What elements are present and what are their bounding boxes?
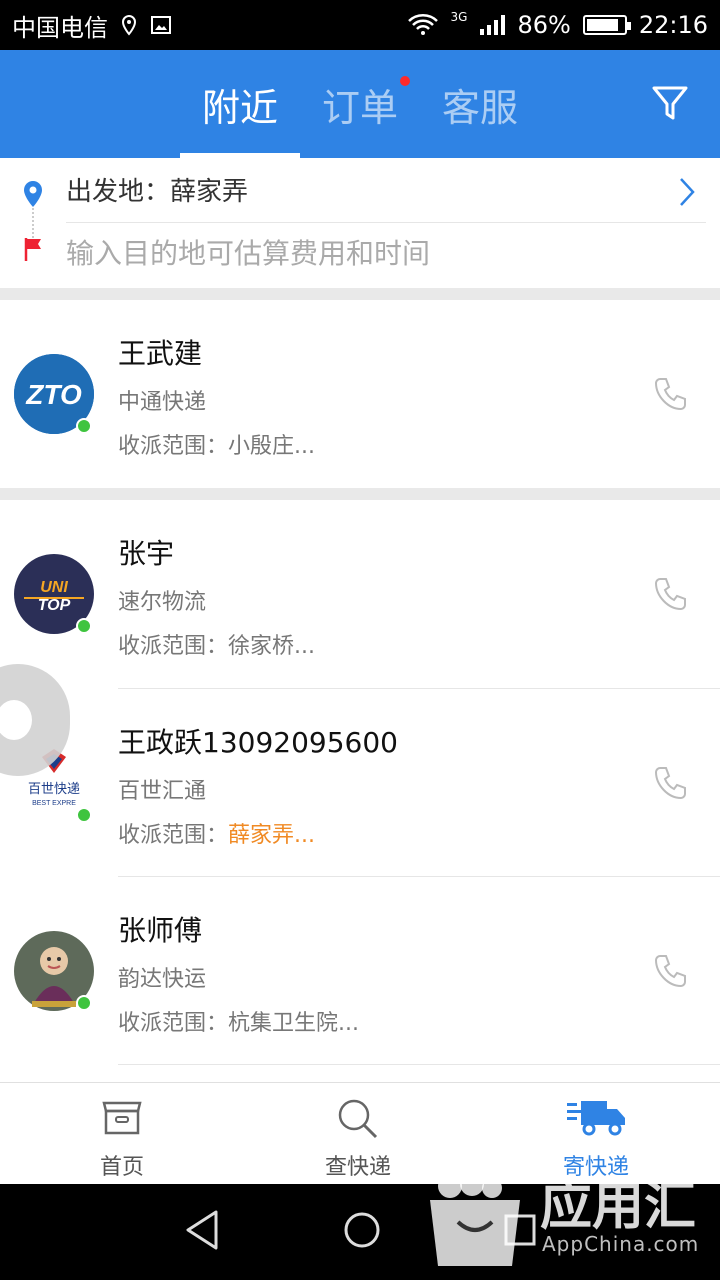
avatar: ZTO xyxy=(14,354,94,434)
svg-text:BEST EXPRE: BEST EXPRE xyxy=(32,800,76,807)
courier-range: 收派范围：杭集卫生院... xyxy=(118,1011,359,1036)
courier-name: 张宇 xyxy=(118,537,175,570)
nav-label: 寄快递 xyxy=(562,1155,629,1180)
svg-text:UNI: UNI xyxy=(40,579,68,596)
courier-card: UNI TOP 张宇 速尔物流 收派范围：徐家桥... 百世快递 BEST EXPR… xyxy=(0,500,720,1082)
phone-icon[interactable] xyxy=(654,376,686,412)
svg-text:百世快递: 百世快递 xyxy=(28,782,80,797)
courier-range: 收派范围：小殷庄... xyxy=(118,434,315,459)
bottom-nav: 首页 查快递 寄快递 xyxy=(0,1082,720,1184)
courier-company: 韵达快运 xyxy=(118,967,207,992)
route-card: 出发地：薛家弄 输入目的地可估算费用和时间 xyxy=(0,158,720,288)
orders-badge xyxy=(400,76,410,86)
nav-track[interactable]: 查快递 xyxy=(278,1083,438,1185)
battery-percent: 86% xyxy=(517,11,571,39)
box-icon xyxy=(102,1101,142,1135)
svg-text:ZTO: ZTO xyxy=(25,379,82,410)
network-type: 3G xyxy=(450,10,468,24)
nav-send[interactable]: 寄快递 xyxy=(516,1083,676,1185)
tab-orders[interactable]: 订单 xyxy=(300,50,420,158)
nav-label: 查快递 xyxy=(324,1155,391,1180)
route-dots xyxy=(32,208,34,238)
search-icon xyxy=(338,1099,378,1139)
phone-icon[interactable] xyxy=(654,953,686,989)
back-icon[interactable] xyxy=(182,1208,222,1252)
courier-name: 王政跃13092095600 xyxy=(118,726,398,759)
home-icon[interactable] xyxy=(340,1208,384,1252)
section-gap xyxy=(0,488,720,500)
courier-row[interactable]: 张师傅 韵达快运 收派范围：杭集卫生院... xyxy=(0,877,720,1065)
courier-name: 张师傅 xyxy=(118,914,203,947)
app-header: 附近 订单 客服 xyxy=(0,50,720,158)
filter-icon[interactable] xyxy=(650,84,690,124)
online-indicator xyxy=(76,418,92,434)
courier-row[interactable]: UNI TOP 张宇 速尔物流 收派范围：徐家桥... xyxy=(0,500,720,688)
svg-text:TOP: TOP xyxy=(38,597,71,614)
section-gap xyxy=(0,288,720,300)
start-location[interactable]: 出发地：薛家弄 xyxy=(66,172,248,212)
recents-icon[interactable] xyxy=(502,1208,538,1252)
courier-row[interactable]: 百世快递 BEST EXPRE 王政跃13092095600 百世汇通 收派范围：… xyxy=(0,689,720,877)
location-pin-icon xyxy=(24,181,42,207)
location-icon xyxy=(121,14,137,36)
top-tabs: 附近 订单 客服 xyxy=(180,50,540,158)
courier-company: 中通快递 xyxy=(118,390,207,415)
row-divider xyxy=(118,1064,720,1065)
battery-icon xyxy=(582,15,631,35)
tab-nearby[interactable]: 附近 xyxy=(180,50,300,158)
carrier-label: 中国电信 xyxy=(12,13,108,42)
truck-icon xyxy=(567,1101,625,1136)
status-bar: 中国电信 3G 86% 22:16 xyxy=(0,0,720,50)
phone-icon[interactable] xyxy=(654,576,686,612)
flag-icon xyxy=(24,238,41,261)
avatar: UNI TOP xyxy=(14,554,94,634)
courier-row[interactable]: ZTO 王武建 中通快递 收派范围：小殷庄... xyxy=(0,300,720,488)
wifi-icon xyxy=(407,14,438,35)
chevron-right-icon[interactable] xyxy=(678,176,696,208)
courier-company: 百世汇通 xyxy=(118,779,207,804)
nav-label: 首页 xyxy=(99,1155,144,1180)
courier-card: ZTO 王武建 中通快递 收派范围：小殷庄... xyxy=(0,300,720,488)
signal-icon xyxy=(480,15,506,35)
courier-company: 速尔物流 xyxy=(118,590,207,615)
online-indicator xyxy=(76,807,92,823)
nav-home[interactable]: 首页 xyxy=(42,1083,202,1185)
online-indicator xyxy=(76,618,92,634)
phone-icon[interactable] xyxy=(654,765,686,801)
system-nav-bar xyxy=(0,1184,720,1280)
courier-range: 收派范围：徐家桥... xyxy=(118,634,315,659)
clock: 22:16 xyxy=(638,11,708,39)
courier-range: 收派范围：薛家弄... xyxy=(118,823,315,848)
tab-service[interactable]: 客服 xyxy=(420,50,540,158)
divider xyxy=(66,222,706,223)
avatar xyxy=(14,931,94,1011)
image-icon xyxy=(151,16,171,34)
online-indicator xyxy=(76,995,92,1011)
courier-name: 王武建 xyxy=(118,337,203,370)
destination-input[interactable]: 输入目的地可估算费用和时间 xyxy=(66,234,430,274)
